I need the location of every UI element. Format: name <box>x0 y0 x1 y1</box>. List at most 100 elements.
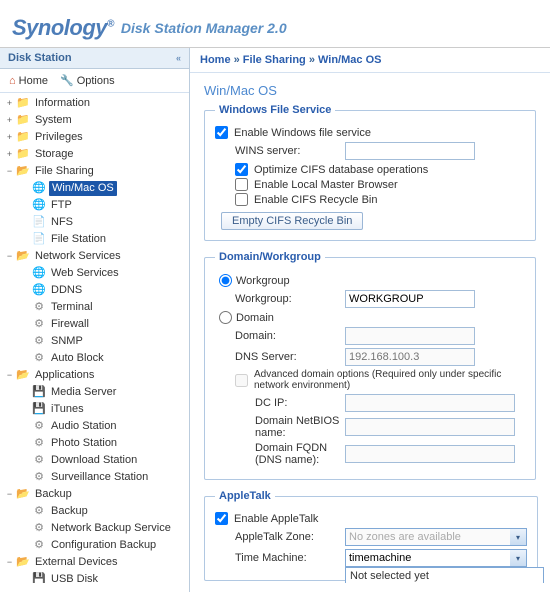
chevron-down-icon[interactable]: ▾ <box>510 549 527 567</box>
fqdn-label: Domain FQDN (DNS name): <box>215 442 345 466</box>
dropdown-option[interactable]: Not selected yet <box>346 568 543 583</box>
tree-item[interactable]: 💾Media Server <box>0 384 189 401</box>
chevron-down-icon[interactable]: ▾ <box>510 528 527 546</box>
settings-panel: Win/Mac OS Windows File Service Enable W… <box>190 73 550 583</box>
nav-tree: +📁Information+📁System+📁Privileges+📁Stora… <box>0 93 189 583</box>
tree-item[interactable]: +📁System <box>0 112 189 129</box>
tree-item[interactable]: −📂Applications <box>0 367 189 384</box>
tree-label: Download Station <box>49 453 139 468</box>
collapse-icon[interactable]: « <box>176 53 181 63</box>
tree-item[interactable]: ⚙Photo Station <box>0 435 189 452</box>
tree-item[interactable]: 💾iTunes <box>0 401 189 418</box>
domain-radio[interactable] <box>219 311 232 324</box>
zone-select[interactable] <box>345 528 527 546</box>
local-master-label: Enable Local Master Browser <box>254 179 398 191</box>
tree-item[interactable]: 🌐DDNS <box>0 282 189 299</box>
panel-title: Win/Mac OS <box>204 83 536 98</box>
product-name: Disk Station Manager 2.0 <box>121 20 287 36</box>
globe-icon: 🌐 <box>31 182 47 196</box>
options-button[interactable]: 🔧 Options <box>55 72 120 89</box>
breadcrumb-filesharing[interactable]: File Sharing <box>243 54 306 66</box>
gear-icon: ⚙ <box>31 335 47 349</box>
tree-item[interactable]: ⚙Configuration Backup <box>0 537 189 554</box>
wins-input[interactable] <box>345 142 475 160</box>
gear-icon: ⚙ <box>31 539 47 553</box>
domain-label: Domain: <box>215 330 345 342</box>
page-icon: 📄 <box>31 216 47 230</box>
tree-label: Win/Mac OS <box>49 181 117 196</box>
toggle-icon[interactable]: + <box>4 130 15 145</box>
globe-icon: 🌐 <box>31 284 47 298</box>
tree-item[interactable]: 🌐FTP <box>0 197 189 214</box>
tree-label: Information <box>33 96 92 111</box>
tree-item[interactable]: −📂Network Services <box>0 248 189 265</box>
dcip-input <box>345 394 515 412</box>
tree-item[interactable]: ⚙Download Station <box>0 452 189 469</box>
tree-item[interactable]: ⚙Auto Block <box>0 350 189 367</box>
tree-label: Privileges <box>33 130 85 145</box>
toggle-icon[interactable]: − <box>4 249 15 264</box>
db-icon: 💾 <box>31 386 47 400</box>
sidebar-header: Disk Station « <box>0 48 189 69</box>
tree-item[interactable]: +📁Storage <box>0 146 189 163</box>
tree-item[interactable]: ⚙Backup <box>0 503 189 520</box>
sidebar-title: Disk Station <box>8 52 72 64</box>
tree-item[interactable]: −📂External Devices <box>0 554 189 571</box>
toggle-icon[interactable]: − <box>4 555 15 570</box>
empty-recycle-button[interactable]: Empty CIFS Recycle Bin <box>221 212 363 230</box>
toggle-icon[interactable]: − <box>4 487 15 502</box>
enable-appletalk-checkbox[interactable] <box>215 512 228 525</box>
timemachine-combo[interactable] <box>345 549 527 567</box>
tree-label: Web Services <box>49 266 121 281</box>
enable-wfs-checkbox[interactable] <box>215 126 228 139</box>
toggle-icon[interactable]: − <box>4 164 15 179</box>
breadcrumb: Home » File Sharing » Win/Mac OS <box>190 48 550 73</box>
tree-item[interactable]: 🌐Web Services <box>0 265 189 282</box>
domain-radio-label: Domain <box>236 312 274 324</box>
toggle-icon[interactable]: + <box>4 96 15 111</box>
workgroup-input[interactable] <box>345 290 475 308</box>
toggle-icon[interactable]: + <box>4 147 15 162</box>
tree-item[interactable]: ⚙Terminal <box>0 299 189 316</box>
folder-icon: 📁 <box>15 148 31 162</box>
tree-item[interactable]: ⚙Audio Station <box>0 418 189 435</box>
tree-label: Media Server <box>49 385 118 400</box>
tree-item[interactable]: ⚙Network Backup Service <box>0 520 189 537</box>
tree-item[interactable]: +📁Privileges <box>0 129 189 146</box>
timemachine-dropdown: Not selected yet public timemachine <box>345 567 544 583</box>
folder-open-icon: 📂 <box>15 488 31 502</box>
content-area: Home » File Sharing » Win/Mac OS Win/Mac… <box>190 48 550 592</box>
optimize-cifs-checkbox[interactable] <box>235 163 248 176</box>
tree-item[interactable]: −📂Backup <box>0 486 189 503</box>
tree-item[interactable]: 💾USB Disk <box>0 571 189 583</box>
adv-domain-checkbox <box>235 374 248 387</box>
db-icon: 💾 <box>31 403 47 417</box>
tree-label: External Devices <box>33 555 120 570</box>
toggle-icon[interactable]: + <box>4 113 15 128</box>
enable-appletalk-label: Enable AppleTalk <box>234 513 318 525</box>
gear-icon: ⚙ <box>31 318 47 332</box>
breadcrumb-winmac[interactable]: Win/Mac OS <box>318 54 381 66</box>
folder-icon: 📁 <box>15 114 31 128</box>
tree-item[interactable]: 📄NFS <box>0 214 189 231</box>
tree-label: Photo Station <box>49 436 119 451</box>
tree-item[interactable]: −📂File Sharing <box>0 163 189 180</box>
cifs-recycle-checkbox[interactable] <box>235 193 248 206</box>
tree-item[interactable]: ⚙SNMP <box>0 333 189 350</box>
tree-item[interactable]: 🌐Win/Mac OS <box>0 180 189 197</box>
local-master-checkbox[interactable] <box>235 178 248 191</box>
tree-label: Firewall <box>49 317 91 332</box>
zone-label: AppleTalk Zone: <box>215 531 345 543</box>
breadcrumb-home[interactable]: Home <box>200 54 231 66</box>
page-icon: 📄 <box>31 233 47 247</box>
tree-item[interactable]: ⚙Surveillance Station <box>0 469 189 486</box>
tree-item[interactable]: +📁Information <box>0 95 189 112</box>
workgroup-radio-label: Workgroup <box>236 275 290 287</box>
tree-item[interactable]: ⚙Firewall <box>0 316 189 333</box>
home-button[interactable]: ⌂ Home <box>4 72 53 89</box>
tree-item[interactable]: 📄File Station <box>0 231 189 248</box>
domain-workgroup-group: Domain/Workgroup Workgroup Workgroup: Do… <box>204 251 536 480</box>
workgroup-radio[interactable] <box>219 274 232 287</box>
home-label: Home <box>19 75 48 87</box>
toggle-icon[interactable]: − <box>4 368 15 383</box>
